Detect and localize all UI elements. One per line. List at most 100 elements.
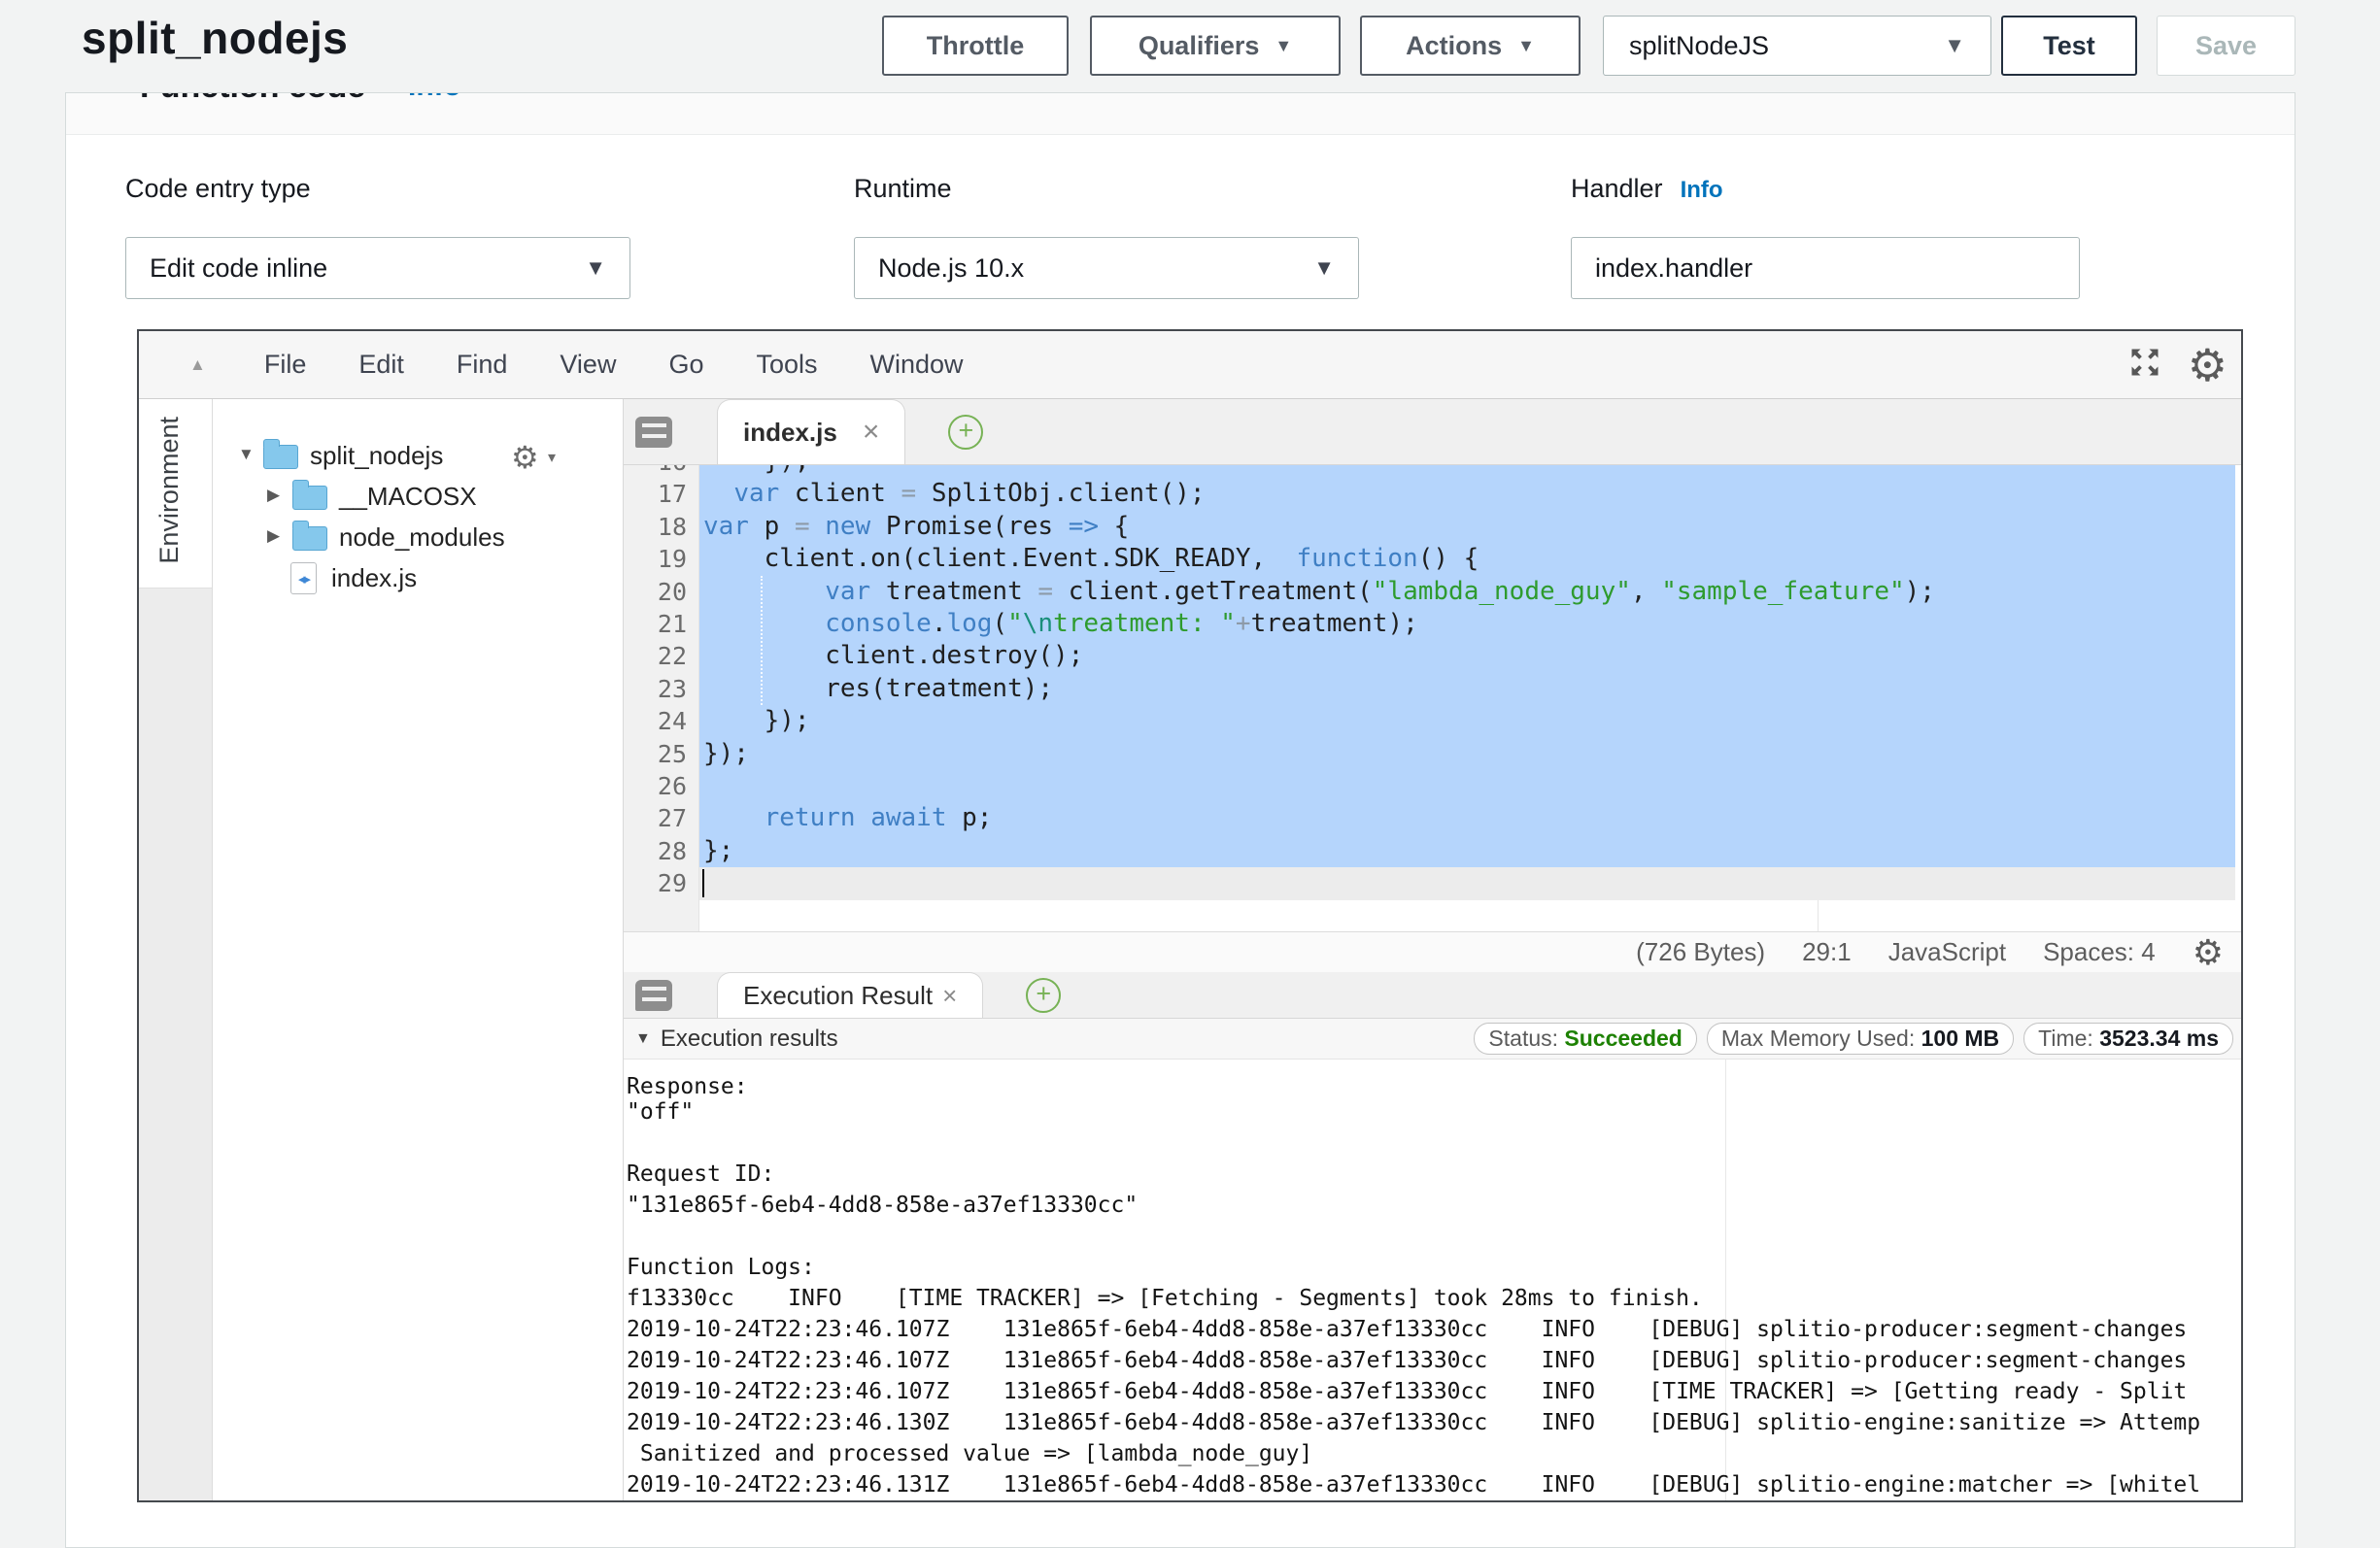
log-line-11: 2019-10-24T22:23:46.107Z 131e865f-6eb4-4… [624, 1376, 2241, 1407]
log-line-4: Request ID: [624, 1159, 2241, 1190]
status-language[interactable]: JavaScript [1888, 937, 2006, 967]
editor-settings-gear-icon[interactable]: ⚙ [2188, 343, 2227, 387]
code-line-18[interactable]: 18var p = new Promise(res => { [624, 511, 2235, 544]
tree-settings-gear-icon[interactable]: ⚙ [511, 442, 539, 473]
tree-settings-caret-icon[interactable]: ▾ [548, 448, 556, 467]
code-line-26[interactable]: 26 [624, 770, 2235, 803]
line-number: 19 [624, 543, 699, 576]
save-button[interactable]: Save [2157, 16, 2295, 76]
code-line-17[interactable]: 17 var client = SplitObj.client(); [624, 478, 2235, 511]
menu-item-window[interactable]: Window [870, 350, 964, 380]
line-number: 17 [624, 478, 699, 511]
new-tab-icon[interactable]: + [948, 415, 983, 450]
menu-item-tools[interactable]: Tools [756, 350, 817, 380]
tree-caret-collapsed-icon[interactable]: ▶ [267, 526, 280, 546]
code-entry-type-select[interactable]: Edit code inline ▼ [125, 237, 630, 299]
line-number: 26 [624, 770, 699, 803]
code-line-19[interactable]: 19 client.on(client.Event.SDK_READY, fun… [624, 543, 2235, 576]
folder-icon [263, 445, 298, 469]
code-line-16[interactable]: 16 }); [624, 465, 2235, 479]
code-line-27[interactable]: 27 return await p; [624, 802, 2235, 835]
close-icon[interactable]: × [863, 416, 880, 449]
new-tab-icon[interactable]: + [1026, 978, 1061, 1013]
code-editing-area[interactable]: 16 });17 var client = SplitObj.client();… [624, 465, 2241, 931]
menu-item-view[interactable]: View [560, 350, 616, 380]
tab-execution-result[interactable]: Execution Result × [717, 972, 983, 1018]
tree-item-label: index.js [331, 563, 417, 593]
chevron-down-icon: ▼ [585, 255, 606, 281]
handler-label: HandlerInfo [1571, 174, 1723, 204]
collapse-results-icon[interactable]: ▼ [635, 1030, 651, 1048]
code-line-text: var treatment = client.getTreatment("lam… [699, 576, 2235, 609]
code-line-text: client.on(client.Event.SDK_READY, functi… [699, 543, 2235, 576]
execution-results-pane[interactable]: Response:"off" Request ID:"131e865f-6eb4… [624, 1060, 2241, 1500]
handler-info-link[interactable]: Info [1681, 177, 1723, 203]
log-line-7: Function Logs: [624, 1252, 2241, 1283]
code-line-text: res(treatment); [699, 673, 2235, 706]
menu-item-find[interactable]: Find [457, 350, 508, 380]
execution-results-header[interactable]: ▼ Execution results Status: SucceededMax… [624, 1019, 2241, 1060]
badge-time: Time: 3523.34 ms [2023, 1023, 2233, 1055]
log-line-6 [624, 1221, 2241, 1252]
code-line-24[interactable]: 24 }); [624, 705, 2235, 738]
log-line-5: "131e865f-6eb4-4dd8-858e-a37ef13330cc" [624, 1190, 2241, 1221]
code-line-23[interactable]: 23 res(treatment); [624, 673, 2235, 706]
tab-list-icon[interactable] [635, 417, 672, 448]
code-line-29[interactable]: 29 [624, 867, 2235, 900]
tab-list-icon[interactable] [635, 980, 672, 1011]
throttle-button-label: Throttle [927, 31, 1025, 61]
line-number: 16 [624, 465, 699, 479]
editor-main-column: index.js × + 16 });17 var client = Split… [624, 399, 2241, 1500]
tab-index-js-label: index.js [743, 418, 837, 448]
tab-index-js[interactable]: index.js × [717, 399, 905, 464]
runtime-select[interactable]: Node.js 10.x ▼ [854, 237, 1359, 299]
function-code-card: Function code Info Code entry type Runti… [65, 92, 2295, 1548]
test-button[interactable]: Test [2001, 16, 2137, 76]
actions-button[interactable]: Actions ▼ [1360, 16, 1581, 76]
menu-item-file[interactable]: File [264, 350, 307, 380]
chevron-down-icon: ▼ [1517, 36, 1535, 56]
handler-input[interactable] [1571, 237, 2080, 299]
status-spaces[interactable]: Spaces: 4 [2043, 937, 2156, 967]
code-line-22[interactable]: 22 client.destroy(); [624, 640, 2235, 673]
line-number: 25 [624, 738, 699, 771]
line-number: 21 [624, 608, 699, 641]
status-cursor[interactable]: 29:1 [1802, 937, 1852, 967]
editor-menubar: ▲ File Edit Find View Go Tools Window ⚙ [139, 331, 2241, 399]
log-line-3 [624, 1127, 2241, 1159]
clipped-section-heading: Function code [140, 93, 365, 106]
fullscreen-icon[interactable] [2127, 345, 2162, 387]
code-line-20[interactable]: 20 var treatment = client.getTreatment("… [624, 576, 2235, 609]
tree-item-node-modules[interactable]: ▶node_modules [213, 518, 623, 558]
close-icon[interactable]: × [942, 981, 957, 1011]
code-line-25[interactable]: 25}); [624, 738, 2235, 771]
environment-strip: Environment [139, 399, 213, 1500]
editor-tabbar: index.js × + [624, 399, 2241, 465]
tree-item--macosx[interactable]: ▶__MACOSX [213, 477, 623, 518]
code-line-21[interactable]: 21 console.log("\ntreatment: "+treatment… [624, 608, 2235, 641]
menu-item-edit[interactable]: Edit [358, 350, 404, 380]
environment-tab[interactable]: Environment [139, 399, 212, 589]
tree-item-index-js[interactable]: ◂▸ index.js [213, 558, 623, 599]
environment-tab-label: Environment [154, 417, 185, 564]
test-event-select[interactable]: splitNodeJS ▼ [1603, 16, 1991, 76]
badge-max-memory-used: Max Memory Used: 100 MB [1707, 1023, 2014, 1055]
code-line-text: return await p; [699, 802, 2235, 835]
test-button-label: Test [2043, 31, 2095, 61]
qualifiers-button[interactable]: Qualifiers ▼ [1090, 16, 1341, 76]
code-line-text: var p = new Promise(res => { [699, 511, 2235, 544]
code-line-28[interactable]: 28}; [624, 835, 2235, 868]
tree-caret-collapsed-icon[interactable]: ▶ [267, 486, 280, 505]
throttle-button[interactable]: Throttle [882, 16, 1069, 76]
line-number: 18 [624, 511, 699, 544]
collapse-editor-icon[interactable]: ▲ [189, 355, 206, 375]
statusbar-gear-icon[interactable]: ⚙ [2193, 935, 2224, 970]
js-file-icon: ◂▸ [290, 562, 317, 594]
actions-button-label: Actions [1406, 31, 1502, 61]
line-number: 27 [624, 802, 699, 835]
indent-guide [761, 576, 763, 705]
menu-item-go[interactable]: Go [668, 350, 703, 380]
tree-item-split-nodejs[interactable]: ▼split_nodejs⚙▾ [213, 436, 623, 477]
tree-caret-expanded-icon[interactable]: ▼ [238, 445, 255, 464]
folder-icon [292, 526, 327, 551]
